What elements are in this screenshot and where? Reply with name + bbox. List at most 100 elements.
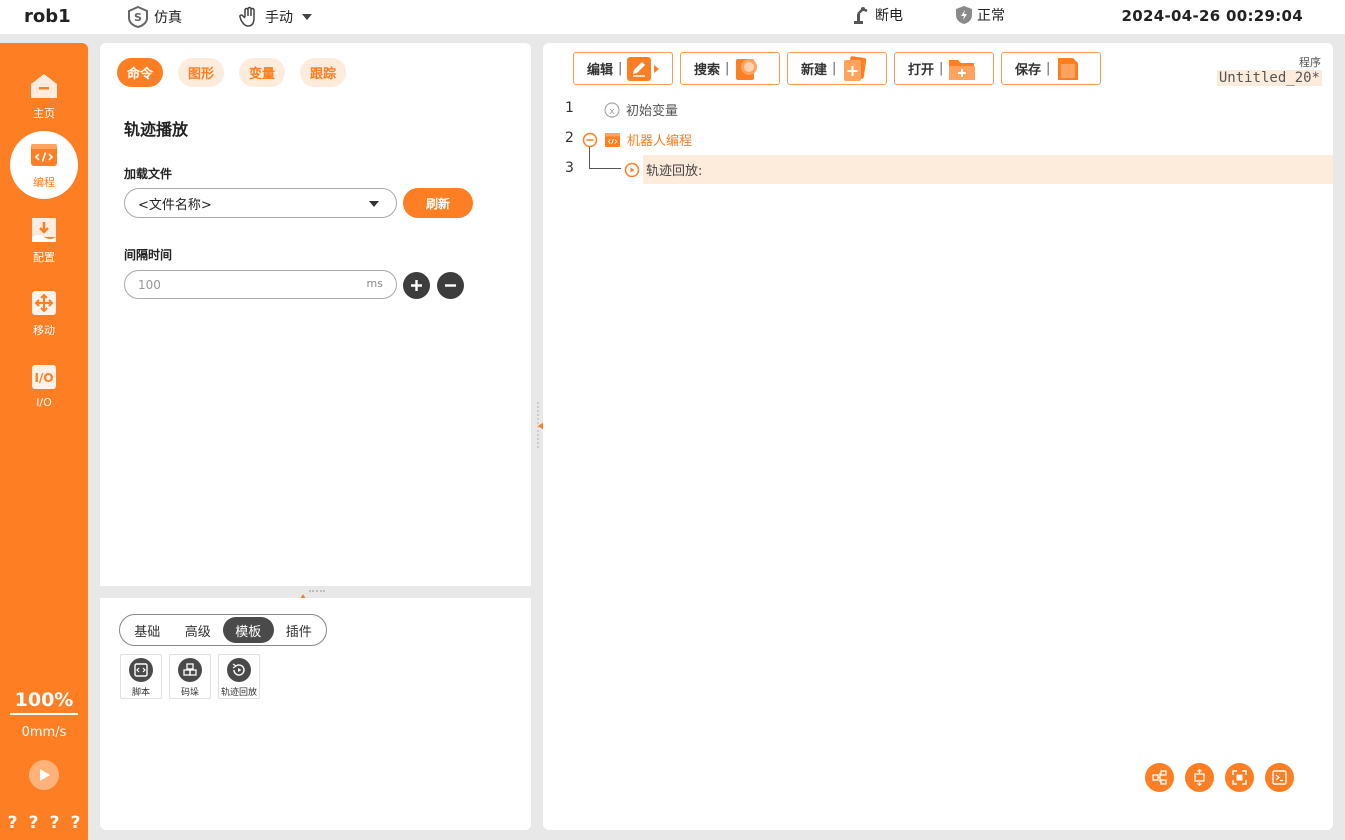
program-label: 程序 (1299, 56, 1321, 69)
manual-mode-dropdown[interactable]: 手动 (237, 5, 317, 29)
manual-mode-label: 手动 (265, 10, 293, 26)
tab-trace[interactable]: 跟踪 (300, 58, 347, 87)
sidebar-item-label: 主页 (33, 107, 55, 120)
svg-text:S: S (134, 11, 142, 24)
fit-screen-icon (1232, 770, 1247, 785)
play-button[interactable] (29, 760, 59, 790)
config-icon (32, 218, 56, 242)
interval-label: 间隔时间 (124, 248, 173, 262)
status-indicator[interactable]: ? (71, 813, 81, 833)
increment-button[interactable] (403, 272, 430, 299)
variable-icon: x (604, 101, 620, 118)
panel-title: 轨迹播放 (124, 120, 189, 139)
sidebar-item-home[interactable]: 主页 (10, 62, 78, 130)
plus-icon (411, 280, 422, 291)
sidebar-item-label: 编程 (33, 176, 55, 189)
system-status: 正常 (955, 5, 1005, 25)
command-tabs: 命令 图形 变量 跟踪 (117, 58, 347, 87)
tree-view-button[interactable] (1145, 763, 1174, 792)
sim-mode-label: 仿真 (154, 10, 182, 26)
tile-label: 脚本 (131, 688, 150, 698)
status-shield-icon (956, 6, 972, 24)
terminal-button[interactable] (1265, 763, 1294, 792)
program-line-trajectory-replay[interactable]: 轨迹回放: (624, 160, 702, 179)
search-button[interactable]: 搜索 | (680, 52, 780, 85)
tab-command[interactable]: 命令 (117, 58, 164, 87)
fit-screen-button[interactable] (1225, 763, 1254, 792)
line-number: 3 (565, 160, 574, 176)
move-icon (32, 291, 56, 315)
command-palette: 基础 高级 模板 插件 脚本 码垛 轨迹回放 (100, 598, 531, 830)
sidebar-item-label: 配置 (33, 251, 55, 264)
decrement-button[interactable] (437, 272, 464, 299)
tab-graphics[interactable]: 图形 (178, 58, 225, 87)
edit-icon (627, 56, 660, 81)
tree-line (589, 168, 621, 169)
power-status: 断电 (851, 5, 903, 25)
new-button[interactable]: 新建 | (787, 52, 887, 85)
sim-mode-button[interactable]: S 仿真 (126, 5, 182, 29)
speed-value: 0mm/s (21, 725, 67, 740)
robot-name[interactable]: rob1 (24, 6, 71, 27)
power-status-label: 断电 (875, 8, 903, 24)
program-panel: 编辑 | 搜索 | 新建 | 打开 | 保存 | 程序 Untitled_20*… (543, 43, 1333, 830)
save-button[interactable]: 保存 | (1001, 52, 1101, 85)
trajectory-replay-icon (227, 658, 251, 682)
search-icon (736, 58, 758, 80)
svg-text:x: x (609, 107, 615, 117)
file-select-value: <文件名称> (138, 197, 212, 213)
load-file-label: 加载文件 (124, 167, 173, 181)
chevron-down-icon (302, 14, 312, 20)
program-line-robot-program[interactable]: 机器人编程 (582, 130, 692, 149)
tile-label: 码垛 (180, 688, 199, 698)
file-select[interactable]: <文件名称> (124, 188, 397, 218)
palette-tile-trajectory-replay[interactable]: 轨迹回放 (218, 654, 260, 699)
hand-icon (239, 6, 255, 27)
sidebar-item-io[interactable]: I/O I/O (10, 351, 78, 419)
status-indicators: ? ? ? ? (0, 813, 88, 833)
sidebar-item-config[interactable]: 配置 (10, 206, 78, 274)
segment-basic[interactable]: 基础 (122, 617, 173, 643)
program-line-text: 机器人编程 (627, 134, 693, 149)
segment-plugin[interactable]: 插件 (274, 617, 325, 643)
sidebar-item-label: 移动 (33, 324, 55, 337)
trajectory-replay-icon (624, 162, 640, 177)
io-icon: I/O (32, 364, 56, 389)
play-icon (40, 769, 50, 781)
open-button[interactable]: 打开 | (894, 52, 994, 85)
interval-input[interactable]: 100 ms (124, 270, 397, 299)
program-line-text: 轨迹回放: (646, 164, 703, 179)
sidebar-item-programming[interactable]: 编程 (10, 131, 78, 199)
sidebar: 主页 编程 配置 移动 I/O I/O 100% 0mm/s ? ? ? ? (0, 43, 88, 840)
palette-tile-script[interactable]: 脚本 (120, 654, 162, 699)
system-status-label: 正常 (977, 8, 1005, 24)
save-icon (1058, 57, 1079, 80)
chevron-down-icon (369, 201, 379, 207)
collapse-minus-icon[interactable] (582, 132, 598, 148)
toolbar-label: 保存 (1015, 63, 1042, 78)
program-line-text: 初始变量 (626, 104, 679, 119)
expand-vertical-button[interactable] (1185, 763, 1214, 792)
line-number: 2 (565, 130, 574, 146)
robot-arm-icon (854, 7, 868, 24)
sim-shield-icon: S (128, 5, 148, 29)
sidebar-item-move[interactable]: 移动 (10, 279, 78, 347)
program-name[interactable]: Untitled_20* (1216, 70, 1322, 86)
segment-advanced[interactable]: 高级 (173, 617, 224, 643)
code-icon (31, 144, 57, 166)
speed-percent[interactable]: 100% (10, 689, 78, 715)
expand-vertical-icon (1194, 769, 1205, 786)
refresh-button[interactable]: 刷新 (403, 188, 473, 218)
status-indicator[interactable]: ? (29, 813, 39, 833)
toolbar-label: 编辑 (587, 63, 614, 78)
edit-button[interactable]: 编辑 | (573, 52, 673, 85)
toolbar-label: 搜索 (694, 63, 721, 78)
tree-line (589, 146, 590, 168)
status-indicator[interactable]: ? (8, 813, 18, 833)
tab-variables[interactable]: 变量 (239, 58, 286, 87)
palette-tile-palletize[interactable]: 码垛 (169, 654, 211, 699)
status-indicator[interactable]: ? (50, 813, 60, 833)
segment-template[interactable]: 模板 (223, 617, 274, 643)
resize-handle[interactable] (309, 590, 325, 592)
program-line-init-vars[interactable]: x 初始变量 (604, 100, 678, 119)
